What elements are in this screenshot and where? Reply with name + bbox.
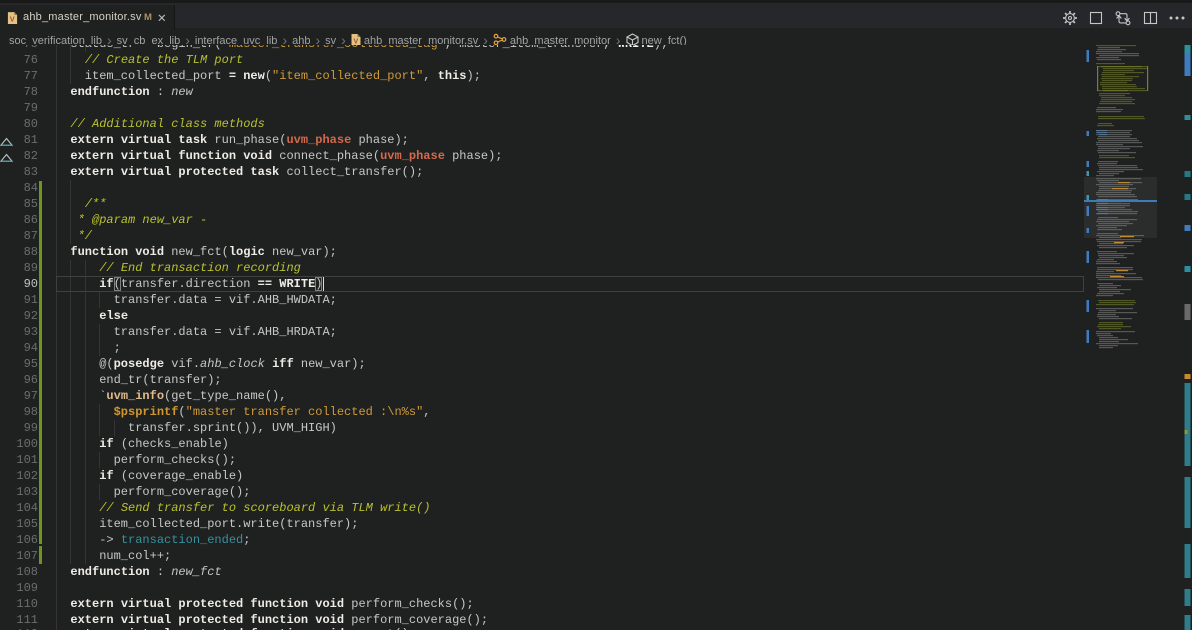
svg-text:V: V: [10, 15, 15, 24]
